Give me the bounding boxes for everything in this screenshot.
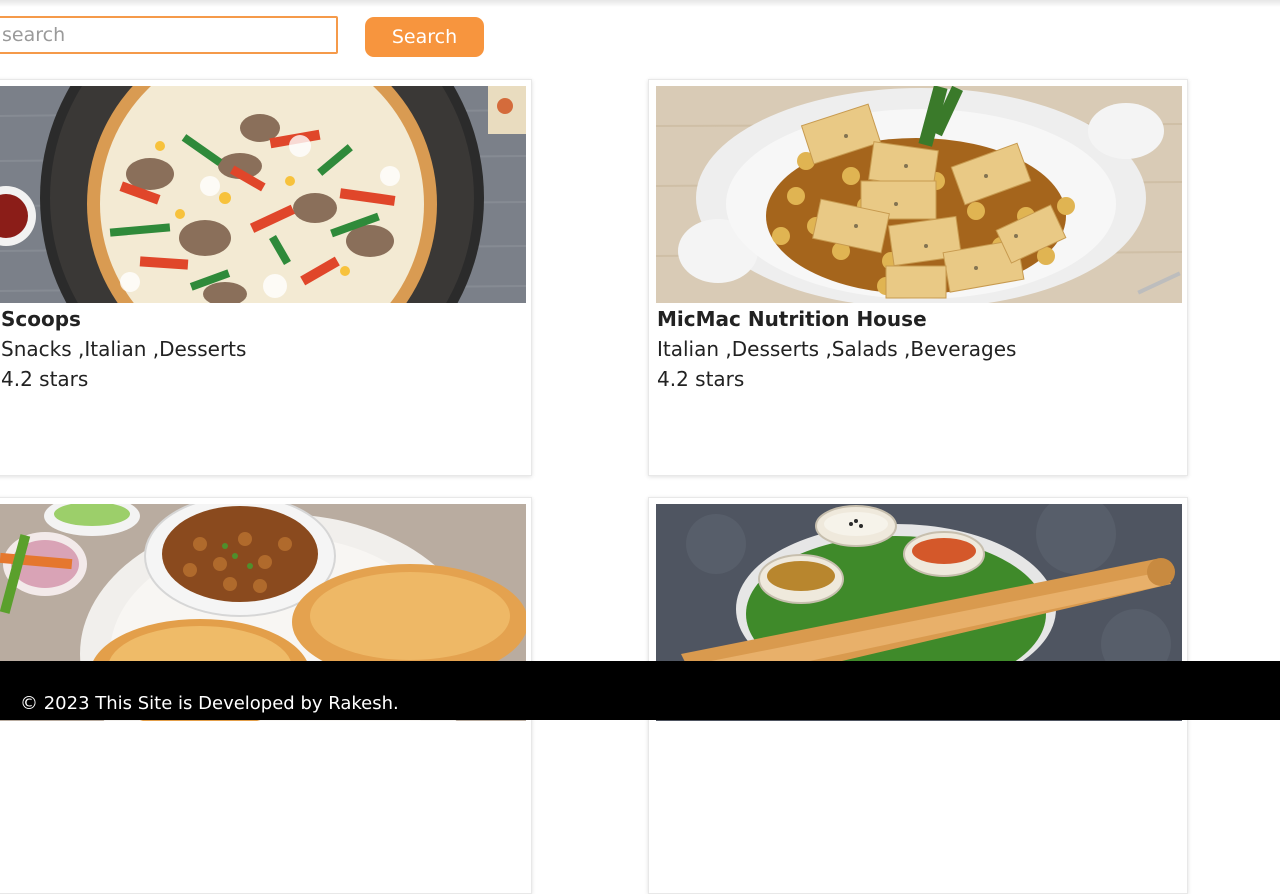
top-bar-shadow bbox=[0, 0, 1280, 7]
search-input[interactable] bbox=[0, 16, 338, 54]
restaurant-name: MicMac Nutrition House bbox=[657, 307, 927, 331]
restaurant-card-scoops[interactable]: Scoops Snacks ,Italian ,Desserts 4.2 sta… bbox=[0, 79, 532, 476]
restaurant-name: Scoops bbox=[1, 307, 81, 331]
restaurant-cuisines: Snacks ,Italian ,Desserts bbox=[1, 337, 247, 361]
footer-credit: © 2023 This Site is Developed by Rakesh. bbox=[20, 693, 399, 714]
search-button[interactable]: Search bbox=[365, 17, 484, 57]
footer: © 2023 This Site is Developed by Rakesh. bbox=[0, 661, 1280, 720]
pizza-photo bbox=[0, 86, 526, 303]
paneer-dish-photo bbox=[656, 86, 1182, 303]
restaurant-card-micmac[interactable]: MicMac Nutrition House Italian ,Desserts… bbox=[648, 79, 1188, 476]
restaurant-cuisines: Italian ,Desserts ,Salads ,Beverages bbox=[657, 337, 1017, 361]
restaurant-rating: 4.2 stars bbox=[657, 367, 745, 391]
restaurant-rating: 4.2 stars bbox=[1, 367, 89, 391]
